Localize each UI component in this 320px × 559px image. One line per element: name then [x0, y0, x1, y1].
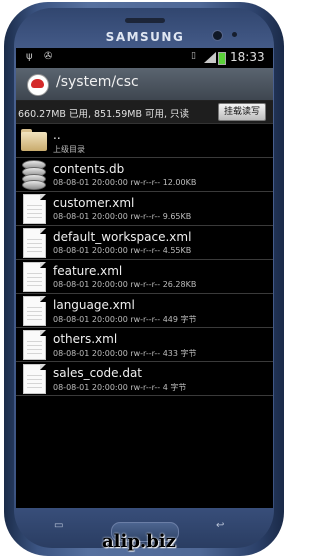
list-item[interactable]: customer.xml 08-08-01 20:00:00 rw-r--r--…	[16, 192, 273, 226]
database-icon	[22, 160, 46, 190]
watermark: alip.biz	[102, 531, 176, 552]
usb-icon: ψ	[26, 51, 33, 62]
status-bar: ψ ✇ ▯ 18:33	[16, 48, 273, 68]
storage-bar: 660.27MB 已用, 851.59MB 可用, 只读 挂载读写	[16, 101, 273, 124]
back-key-icon[interactable]: ↩	[216, 520, 224, 531]
brand-logo: SAMSUNG	[105, 30, 185, 44]
file-icon	[23, 296, 46, 326]
list-item[interactable]: default_workspace.xml 08-08-01 20:00:00 …	[16, 226, 273, 260]
file-icon	[23, 262, 46, 292]
status-time: 18:33	[230, 50, 265, 64]
file-meta: 08-08-01 20:00:00 rw-r--r-- 12.00KB	[53, 178, 197, 187]
file-icon	[23, 194, 46, 224]
sim-icon: ▯	[191, 51, 196, 61]
file-name: contents.db	[53, 162, 125, 176]
file-name: language.xml	[53, 298, 135, 312]
file-list: .. 上级目录 contents.db 08-08-01 20:00:00 rw…	[16, 124, 273, 396]
file-name: default_workspace.xml	[53, 230, 192, 244]
mount-rw-button[interactable]: 挂载读写	[217, 103, 266, 121]
title-bar: /system/csc	[16, 68, 273, 101]
folder-icon	[21, 129, 47, 151]
file-meta: 08-08-01 20:00:00 rw-r--r-- 4.55KB	[53, 246, 192, 255]
file-meta: 08-08-01 20:00:00 rw-r--r-- 433 字节	[53, 349, 197, 358]
file-name: others.xml	[53, 332, 118, 346]
signal-icon	[204, 52, 216, 63]
file-meta: 08-08-01 20:00:00 rw-r--r-- 4 字节	[53, 383, 187, 392]
storage-info: 660.27MB 已用, 851.59MB 可用, 只读	[18, 109, 190, 120]
list-item-parent[interactable]: .. 上级目录	[16, 124, 273, 158]
front-camera	[212, 30, 223, 41]
current-path: /system/csc	[56, 74, 139, 90]
file-name: feature.xml	[53, 264, 123, 278]
earpiece	[125, 18, 165, 23]
file-name: ..	[53, 128, 61, 142]
list-item[interactable]: sales_code.dat 08-08-01 20:00:00 rw-r--r…	[16, 362, 273, 396]
list-item[interactable]: others.xml 08-08-01 20:00:00 rw-r--r-- 4…	[16, 328, 273, 362]
list-item[interactable]: language.xml 08-08-01 20:00:00 rw-r--r--…	[16, 294, 273, 328]
file-name: sales_code.dat	[53, 366, 143, 380]
menu-key-icon[interactable]: ▭	[54, 520, 63, 531]
screen: ψ ✇ ▯ 18:33 /system/csc 660.27MB 已用, 851…	[16, 48, 273, 508]
app-logo-icon[interactable]	[27, 74, 49, 96]
list-item[interactable]: contents.db 08-08-01 20:00:00 rw-r--r-- …	[16, 158, 273, 192]
file-icon	[23, 228, 46, 258]
usb-debug-icon: ✇	[44, 51, 53, 62]
file-meta: 上级目录	[53, 145, 85, 154]
file-name: customer.xml	[53, 196, 135, 210]
list-item[interactable]: feature.xml 08-08-01 20:00:00 rw-r--r-- …	[16, 260, 273, 294]
file-icon	[23, 364, 46, 394]
file-meta: 08-08-01 20:00:00 rw-r--r-- 26.28KB	[53, 280, 197, 289]
file-meta: 08-08-01 20:00:00 rw-r--r-- 449 字节	[53, 315, 197, 324]
file-meta: 08-08-01 20:00:00 rw-r--r-- 9.65KB	[53, 212, 192, 221]
battery-icon	[218, 52, 226, 65]
file-icon	[23, 330, 46, 360]
proximity-sensor	[232, 32, 237, 37]
